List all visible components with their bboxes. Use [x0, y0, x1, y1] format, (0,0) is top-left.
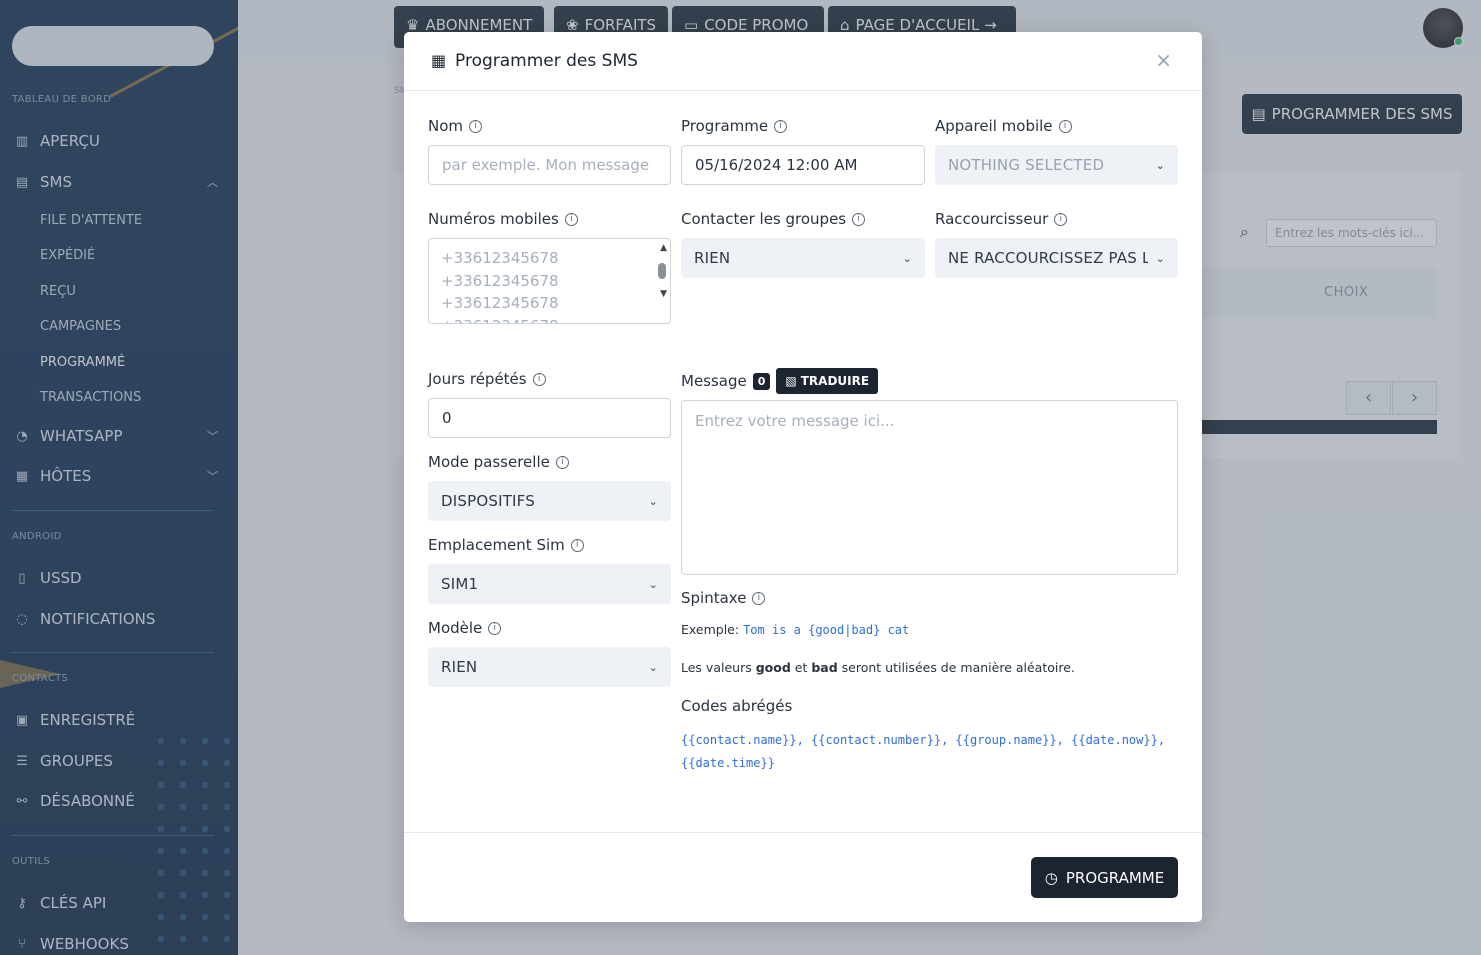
info-icon: i: [488, 621, 502, 635]
chevron-down-icon: ⌄: [1155, 158, 1165, 172]
info-icon: i: [555, 455, 569, 469]
numbers-label: Numéros mobiles i: [428, 210, 578, 228]
info-icon: i: [1058, 119, 1072, 133]
contact-groups-select[interactable]: RIEN ⌄: [681, 238, 925, 278]
numbers-placeholder-line: +33612345678: [441, 271, 559, 290]
sim-slot-label-text: Emplacement Sim: [428, 536, 565, 554]
schedule-submit-button[interactable]: ◷ PROGRAMME: [1031, 857, 1178, 898]
spintax-example: Exemple: Tom is a {good|bad} cat: [681, 622, 909, 637]
shortener-select[interactable]: NE RACCOURCISSEZ PAS LE ⌄: [935, 238, 1178, 278]
gateway-mode-label: Mode passerelle i: [428, 453, 569, 471]
numbers-textarea[interactable]: +33612345678 +33612345678 +33612345678 +…: [428, 238, 671, 324]
spintax-example-prefix: Exemple:: [681, 622, 740, 637]
info-icon: i: [752, 591, 766, 605]
calendar-icon: ▦: [431, 51, 447, 70]
shortener-select-value: NE RACCOURCISSEZ PAS LE: [948, 249, 1148, 267]
schedule-sms-modal: ▦ Programmer des SMS × Nom i par exemple.…: [404, 32, 1202, 922]
spintax-label-text: Spintaxe: [681, 589, 747, 607]
device-select-value: NOTHING SELECTED: [948, 156, 1105, 174]
modal-footer: ◷ PROGRAMME: [404, 832, 1202, 922]
device-label-text: Appareil mobile: [935, 117, 1053, 135]
info-icon: i: [852, 212, 866, 226]
clock-icon: ◷: [1044, 868, 1058, 887]
schedule-label: Programme i: [681, 117, 788, 135]
sim-slot-label: Emplacement Sim i: [428, 536, 584, 554]
info-icon: i: [469, 119, 483, 133]
spintax-note-text: seront utilisées de manière aléatoire.: [841, 660, 1075, 675]
sim-slot-select[interactable]: SIM1 ⌄: [428, 564, 671, 604]
contact-groups-label-text: Contacter les groupes: [681, 210, 847, 228]
contact-groups-select-value: RIEN: [694, 249, 731, 267]
template-select-value: RIEN: [441, 658, 478, 676]
schedule-submit-label: PROGRAMME: [1065, 868, 1165, 887]
template-select[interactable]: RIEN ⌄: [428, 647, 671, 687]
schedule-label-text: Programme: [681, 117, 769, 135]
message-textarea[interactable]: Entrez votre message ici...: [681, 400, 1178, 575]
shortcodes-line: {{contact.name}}, {{contact.number}}, {{…: [681, 733, 1166, 747]
numbers-placeholder-line: +33612345678: [441, 315, 658, 324]
shortcodes-label-text: Codes abrégés: [681, 697, 793, 715]
schedule-datetime-input[interactable]: 05/16/2024 12:00 AM: [681, 145, 925, 185]
repeat-days-label: Jours répétés i: [428, 370, 546, 388]
spintax-example-code: Tom is a {good|bad} cat: [743, 623, 910, 637]
device-select[interactable]: NOTHING SELECTED ⌄: [935, 145, 1178, 185]
chevron-down-icon: ⌄: [902, 251, 912, 265]
shortener-label-text: Raccourcisseur: [935, 210, 1049, 228]
spintax-note-text: et: [794, 660, 808, 675]
shortcodes-line: {{date.time}}: [681, 756, 775, 770]
gateway-mode-select-value: DISPOSITIFS: [441, 492, 535, 510]
chevron-down-icon: ⌄: [648, 577, 658, 591]
sim-slot-select-value: SIM1: [441, 575, 479, 593]
translate-button[interactable]: ▧ TRADUIRE: [776, 368, 879, 394]
spintax-note-text: Les valeurs: [681, 660, 752, 675]
repeat-days-label-text: Jours répétés: [428, 370, 527, 388]
numbers-label-text: Numéros mobiles: [428, 210, 559, 228]
modal-header: ▦ Programmer des SMS ×: [404, 32, 1202, 91]
chevron-down-icon: ⌄: [648, 494, 658, 508]
modal-title: Programmer des SMS: [455, 51, 638, 71]
name-label: Nom i: [428, 117, 483, 135]
character-count-badge: 0: [752, 372, 771, 390]
template-label: Modèle i: [428, 619, 502, 637]
numbers-placeholder-line: +33612345678: [441, 294, 559, 312]
close-icon[interactable]: ×: [1155, 48, 1172, 72]
scroll-down-arrow-icon[interactable]: ▼: [660, 289, 667, 299]
translate-icon: ▧: [785, 374, 797, 388]
info-icon: i: [532, 372, 546, 386]
name-label-text: Nom: [428, 117, 464, 135]
spintax-note-bad: bad: [811, 660, 838, 675]
info-icon: i: [1054, 212, 1068, 226]
message-label: Message 0 ▧ TRADUIRE: [681, 368, 879, 394]
info-icon: i: [570, 538, 584, 552]
shortcodes-list: {{contact.name}}, {{contact.number}}, {{…: [681, 729, 1165, 775]
repeat-days-input[interactable]: 0: [428, 398, 671, 438]
gateway-mode-label-text: Mode passerelle: [428, 453, 550, 471]
chevron-down-icon: ⌄: [648, 660, 658, 674]
spintax-note-good: good: [755, 660, 791, 675]
scrollbar-thumb[interactable]: [658, 263, 666, 279]
shortener-label: Raccourcisseur i: [935, 210, 1068, 228]
message-label-text: Message: [681, 372, 747, 390]
gateway-mode-select[interactable]: DISPOSITIFS ⌄: [428, 481, 671, 521]
spintax-note: Les valeurs good et bad seront utilisées…: [681, 660, 1075, 675]
template-label-text: Modèle: [428, 619, 483, 637]
info-icon: i: [564, 212, 578, 226]
scroll-up-arrow-icon[interactable]: ▲: [660, 243, 667, 253]
contact-groups-label: Contacter les groupes i: [681, 210, 866, 228]
spintax-label: Spintaxe i: [681, 589, 766, 607]
chevron-down-icon: ⌄: [1155, 251, 1165, 265]
info-icon: i: [774, 119, 788, 133]
name-input[interactable]: par exemple. Mon message: [428, 145, 671, 185]
numbers-placeholder-line: +33612345678: [441, 249, 559, 267]
translate-label: TRADUIRE: [800, 374, 870, 388]
device-label: Appareil mobile i: [935, 117, 1072, 135]
shortcodes-label: Codes abrégés: [681, 697, 792, 715]
